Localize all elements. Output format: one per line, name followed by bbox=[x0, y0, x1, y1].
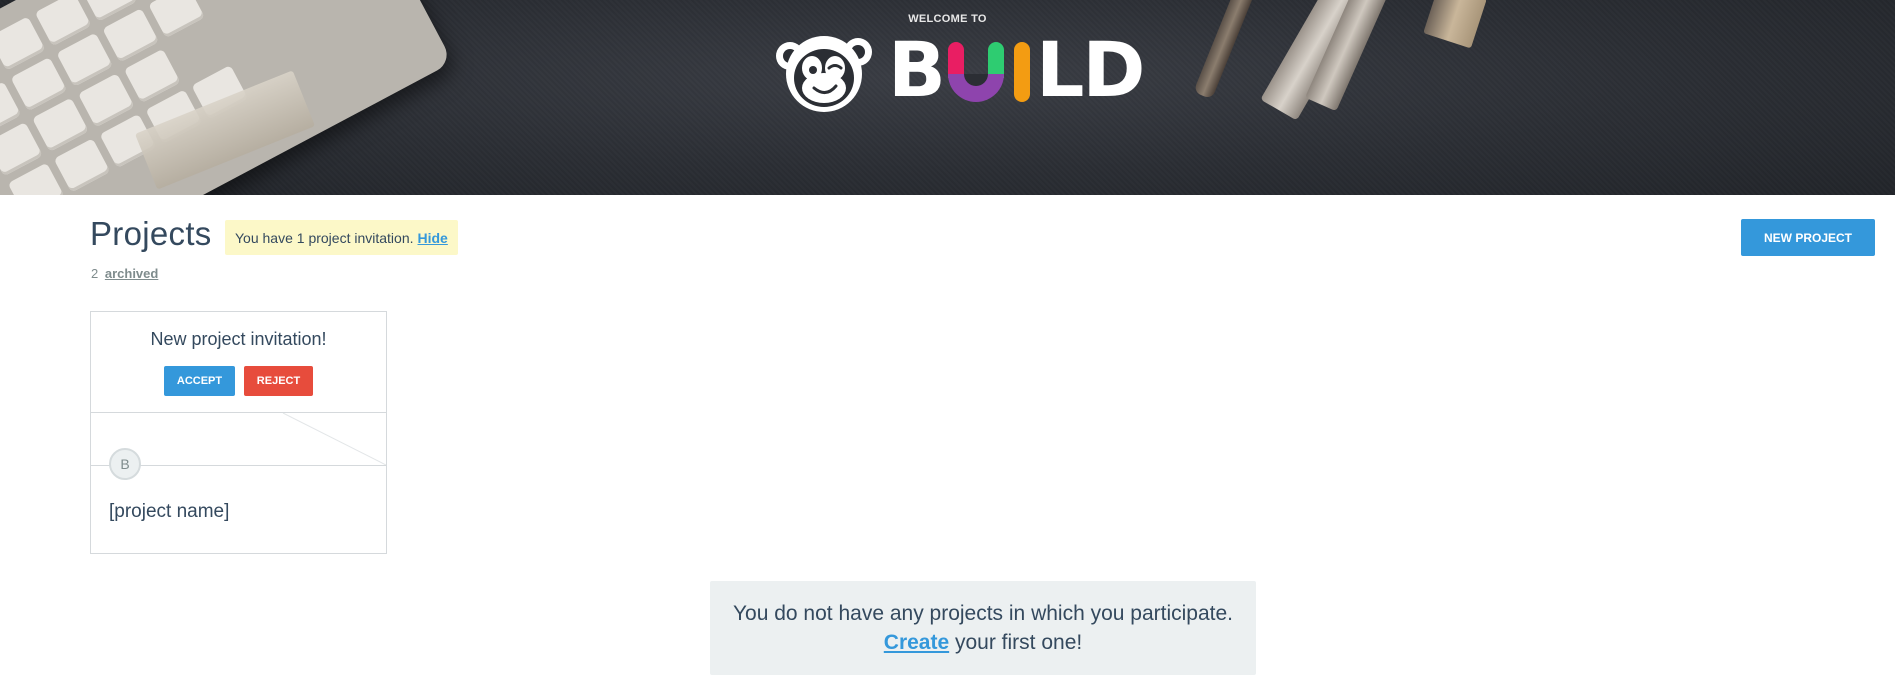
build-logo: B L D bbox=[774, 28, 1145, 112]
archived-link[interactable]: archived bbox=[105, 266, 158, 281]
accept-button[interactable]: ACCEPT bbox=[164, 366, 235, 396]
reject-button[interactable]: REJECT bbox=[244, 366, 313, 396]
welcome-text: WELCOME TO bbox=[908, 13, 987, 25]
logo-letter-b: B bbox=[888, 25, 946, 114]
project-name[interactable]: [project name] bbox=[109, 501, 229, 523]
logo-wordmark: B L D bbox=[888, 25, 1145, 114]
empty-state-line1: You do not have any projects in which yo… bbox=[732, 602, 1234, 625]
hide-invitation-link[interactable]: Hide bbox=[418, 230, 448, 246]
logo-letter-u bbox=[947, 42, 1004, 102]
empty-state-line2-text: your first one! bbox=[949, 631, 1083, 654]
empty-state-message: You do not have any projects in which yo… bbox=[710, 581, 1256, 675]
empty-state-line2: Create your first one! bbox=[710, 628, 1256, 657]
logo-letter-l: L bbox=[1035, 25, 1084, 114]
archived-count: 2 bbox=[91, 266, 99, 281]
project-card[interactable]: New project invitation! ACCEPT REJECT B … bbox=[90, 311, 387, 554]
page-title: Projects bbox=[90, 215, 212, 252]
logo-letter-d: D bbox=[1082, 25, 1145, 114]
create-project-link[interactable]: Create bbox=[884, 631, 949, 654]
invitation-notice-text: You have 1 project invitation. bbox=[235, 229, 414, 246]
header-banner: WELCOME TO B L D bbox=[0, 0, 1895, 195]
logo-letter-i bbox=[1013, 42, 1030, 102]
monkey-icon bbox=[776, 36, 872, 112]
archived-info: 2 archived bbox=[91, 266, 158, 281]
invitation-panel: New project invitation! ACCEPT REJECT bbox=[91, 312, 386, 413]
invitation-title: New project invitation! bbox=[150, 329, 327, 349]
invitation-notice: You have 1 project invitation. Hide bbox=[225, 220, 458, 255]
avatar: B bbox=[109, 448, 141, 480]
new-project-button[interactable]: NEW PROJECT bbox=[1741, 219, 1875, 256]
